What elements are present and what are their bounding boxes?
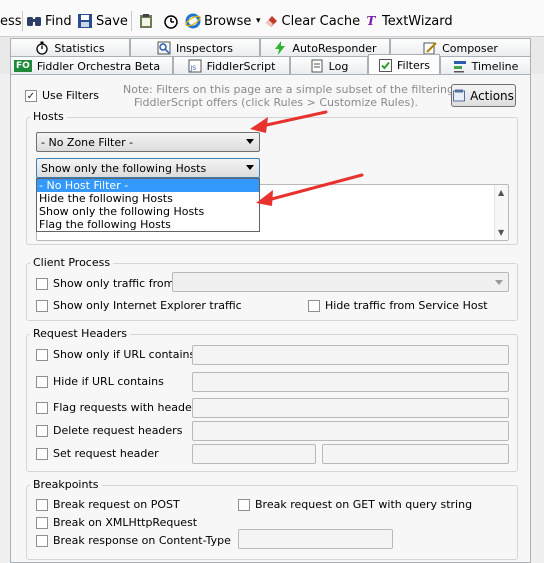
log-icon bbox=[310, 59, 324, 73]
zone-filter-value: - No Zone Filter - bbox=[41, 135, 134, 149]
use-filters-label: Use Filters bbox=[42, 89, 100, 102]
actions-label: Actions bbox=[470, 88, 514, 103]
ie-icon bbox=[185, 13, 201, 29]
save-button[interactable]: Save bbox=[77, 12, 128, 30]
break-xhr-label: Break on XMLHttpRequest bbox=[53, 516, 198, 529]
set-header-name-input[interactable] bbox=[192, 444, 316, 464]
textwizard-icon: T bbox=[366, 14, 376, 28]
delete-headers-input[interactable] bbox=[192, 421, 509, 441]
show-only-traffic-from-label: Show only traffic from bbox=[53, 277, 175, 290]
clipboard-button[interactable] bbox=[138, 12, 157, 30]
host-filter-select[interactable]: Show only the following Hosts bbox=[36, 158, 260, 178]
eraser-icon bbox=[263, 13, 279, 29]
filters-note-line2: FiddlerScript offers (click Rules > Cust… bbox=[133, 96, 419, 109]
clipboard-icon bbox=[138, 13, 154, 29]
break-response-label: Break response on Content-Type bbox=[53, 534, 231, 547]
zone-filter-select[interactable]: - No Zone Filter - bbox=[36, 132, 260, 152]
show-only-url-label: Show only if URL contains bbox=[53, 348, 196, 361]
tab-fiddlerscript[interactable]: JS FiddlerScript bbox=[173, 56, 290, 75]
tab-log[interactable]: Log bbox=[290, 56, 368, 75]
toolbar-separator bbox=[131, 11, 132, 31]
client-process-title: Client Process bbox=[30, 256, 114, 269]
show-only-ie-label: Show only Internet Explorer traffic bbox=[53, 299, 242, 312]
host-filter-value: Show only the following Hosts bbox=[41, 161, 207, 175]
textwizard-button[interactable]: T TextWizard bbox=[363, 12, 453, 30]
delete-headers-label: Delete request headers bbox=[53, 424, 183, 437]
flag-requests-label: Flag requests with headers bbox=[53, 401, 202, 414]
hide-service-host-label: Hide traffic from Service Host bbox=[325, 299, 488, 312]
tab-filters[interactable]: Filters bbox=[368, 54, 440, 75]
save-icon bbox=[77, 13, 93, 29]
set-header-checkbox[interactable] bbox=[36, 448, 48, 460]
hide-if-url-input[interactable] bbox=[192, 372, 509, 392]
chevron-down-icon bbox=[495, 280, 503, 285]
break-post-label: Break request on POST bbox=[53, 498, 180, 511]
svg-text:JS: JS bbox=[189, 65, 196, 72]
filters-note-line1: Note: Filters on this page are a simple … bbox=[123, 83, 455, 96]
hide-if-url-checkbox[interactable] bbox=[36, 376, 48, 388]
binoculars-icon bbox=[26, 13, 42, 29]
show-only-url-input[interactable] bbox=[192, 345, 509, 365]
chevron-down-icon: ▾ bbox=[256, 16, 261, 26]
hosts-scrollbar[interactable]: ▲ ▼ bbox=[494, 185, 508, 240]
browse-button[interactable]: Browse bbox=[185, 12, 251, 30]
host-filter-option-hide[interactable]: Hide the following Hosts bbox=[37, 192, 259, 205]
inspector-icon bbox=[157, 41, 171, 55]
hide-service-host-checkbox[interactable] bbox=[308, 300, 320, 312]
composer-icon bbox=[423, 41, 437, 55]
host-filter-option-show-only[interactable]: Show only the following Hosts bbox=[37, 205, 259, 218]
tab-fiddler-orchestra-beta[interactable]: FO Fiddler Orchestra Beta bbox=[10, 56, 173, 75]
set-header-label: Set request header bbox=[53, 447, 159, 460]
break-xhr-checkbox[interactable] bbox=[36, 517, 48, 529]
tab-inspectors[interactable]: Inspectors bbox=[130, 38, 260, 57]
break-get-checkbox[interactable] bbox=[238, 499, 250, 511]
delete-headers-checkbox[interactable] bbox=[36, 425, 48, 437]
host-filter-option-flag[interactable]: Flag the following Hosts bbox=[37, 218, 259, 231]
hide-if-url-label: Hide if URL contains bbox=[53, 375, 164, 388]
request-headers-title: Request Headers bbox=[30, 327, 130, 340]
fiddler-orchestra-icon: FO bbox=[14, 60, 32, 72]
filters-note: Note: Filters on this page are a simple … bbox=[123, 83, 455, 109]
set-header-value-input[interactable] bbox=[322, 444, 509, 464]
timeline-icon bbox=[453, 59, 467, 73]
scroll-up-icon[interactable]: ▲ bbox=[498, 188, 504, 197]
break-post-checkbox[interactable] bbox=[36, 499, 48, 511]
actions-button[interactable]: Actions bbox=[451, 84, 516, 107]
process-select[interactable] bbox=[172, 272, 509, 292]
clear-cache-button[interactable]: ▾ Clear Cache bbox=[256, 12, 360, 30]
stopwatch-icon bbox=[35, 41, 49, 55]
timer-button[interactable] bbox=[163, 12, 182, 30]
checkbox-icon bbox=[378, 58, 392, 72]
actions-icon bbox=[453, 89, 466, 102]
host-filter-option-none[interactable]: - No Host Filter - bbox=[37, 179, 259, 192]
tab-statistics[interactable]: Statistics bbox=[10, 38, 130, 57]
filters-panel: Use Filters Note: Filters on this page a… bbox=[10, 74, 531, 563]
flag-requests-checkbox[interactable] bbox=[36, 402, 48, 414]
tab-timeline[interactable]: Timeline bbox=[440, 56, 531, 75]
breakpoints-title: Breakpoints bbox=[30, 478, 102, 491]
host-filter-dropdown: - No Host Filter - Hide the following Ho… bbox=[36, 178, 260, 232]
show-only-url-checkbox[interactable] bbox=[36, 349, 48, 361]
chevron-down-icon bbox=[246, 165, 254, 170]
timer-icon bbox=[163, 13, 179, 29]
lightning-icon bbox=[273, 41, 287, 55]
use-filters-checkbox[interactable] bbox=[25, 90, 37, 102]
hosts-title: Hosts bbox=[30, 110, 67, 123]
toolbar-item-process[interactable]: ess bbox=[0, 12, 22, 30]
scroll-down-icon[interactable]: ▼ bbox=[498, 228, 504, 237]
toolbar: ess Find Save Browse ▾ Clear Cache T Tex… bbox=[0, 0, 544, 36]
toolbar-separator bbox=[22, 11, 23, 31]
show-only-traffic-from-checkbox[interactable] bbox=[36, 278, 48, 290]
break-get-label: Break request on GET with query string bbox=[255, 498, 473, 511]
flag-requests-input[interactable] bbox=[192, 398, 509, 418]
show-only-ie-checkbox[interactable] bbox=[36, 300, 48, 312]
break-response-checkbox[interactable] bbox=[36, 535, 48, 547]
break-response-content-type-input[interactable] bbox=[238, 529, 393, 549]
find-button[interactable]: Find bbox=[26, 12, 72, 30]
tab-strip: Statistics Inspectors AutoResponder Comp… bbox=[0, 36, 544, 75]
script-icon: JS bbox=[188, 59, 202, 73]
chevron-down-icon bbox=[246, 139, 254, 144]
